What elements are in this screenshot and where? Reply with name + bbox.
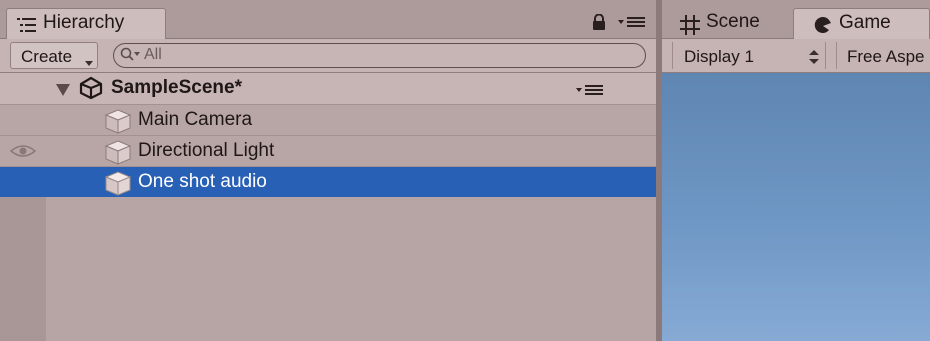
tab-game-label: Game (839, 12, 891, 33)
item-label: Directional Light (138, 140, 275, 161)
hierarchy-item-one-shot-audio[interactable]: One shot audio (0, 166, 656, 197)
create-button-label: Create (21, 47, 73, 66)
hierarchy-lines-icon (17, 18, 37, 37)
panel-menu-icon[interactable] (618, 15, 646, 33)
lock-icon[interactable] (592, 13, 606, 36)
fold-arrow-icon[interactable] (56, 83, 70, 101)
search-field[interactable] (113, 43, 646, 68)
scene-menu-icon[interactable] (576, 83, 604, 101)
hierarchy-item-main-camera[interactable]: Main Camera (0, 104, 656, 135)
game-view[interactable] (662, 73, 930, 341)
create-button[interactable]: Create (10, 42, 98, 69)
hierarchy-tree: SampleScene* Main Camera Directional Lig… (0, 73, 656, 341)
chevron-down-icon (85, 54, 93, 72)
updown-arrows-icon (809, 50, 819, 69)
scene-row[interactable]: SampleScene* (0, 73, 656, 104)
aspect-select[interactable]: Free Aspe (836, 42, 930, 69)
tab-hierarchy-label: Hierarchy (43, 12, 125, 33)
item-label: One shot audio (138, 171, 267, 192)
display-select-value: Display 1 (684, 47, 754, 66)
tab-hierarchy[interactable]: Hierarchy (6, 8, 166, 39)
aspect-select-value: Free Aspe (847, 47, 925, 66)
game-pacman-icon (812, 15, 832, 40)
display-select[interactable]: Display 1 (672, 42, 826, 69)
tab-scene-label: Scene (706, 11, 760, 32)
scene-name: SampleScene* (111, 77, 242, 98)
cube-icon (104, 170, 132, 201)
eye-icon[interactable] (9, 144, 37, 163)
search-icon[interactable] (120, 47, 142, 68)
game-toolbar: Display 1 Free Aspe (662, 39, 930, 73)
hierarchy-item-directional-light[interactable]: Directional Light (0, 135, 656, 166)
tab-game[interactable]: Game (793, 8, 930, 39)
view-tabbar: Scene Game (662, 0, 930, 39)
unity-logo-icon (78, 76, 104, 105)
hierarchy-toolbar: Create (0, 39, 658, 73)
hierarchy-tabbar: Hierarchy (0, 0, 658, 39)
grid-icon (680, 15, 700, 40)
item-label: Main Camera (138, 109, 253, 130)
search-input[interactable] (144, 45, 624, 65)
